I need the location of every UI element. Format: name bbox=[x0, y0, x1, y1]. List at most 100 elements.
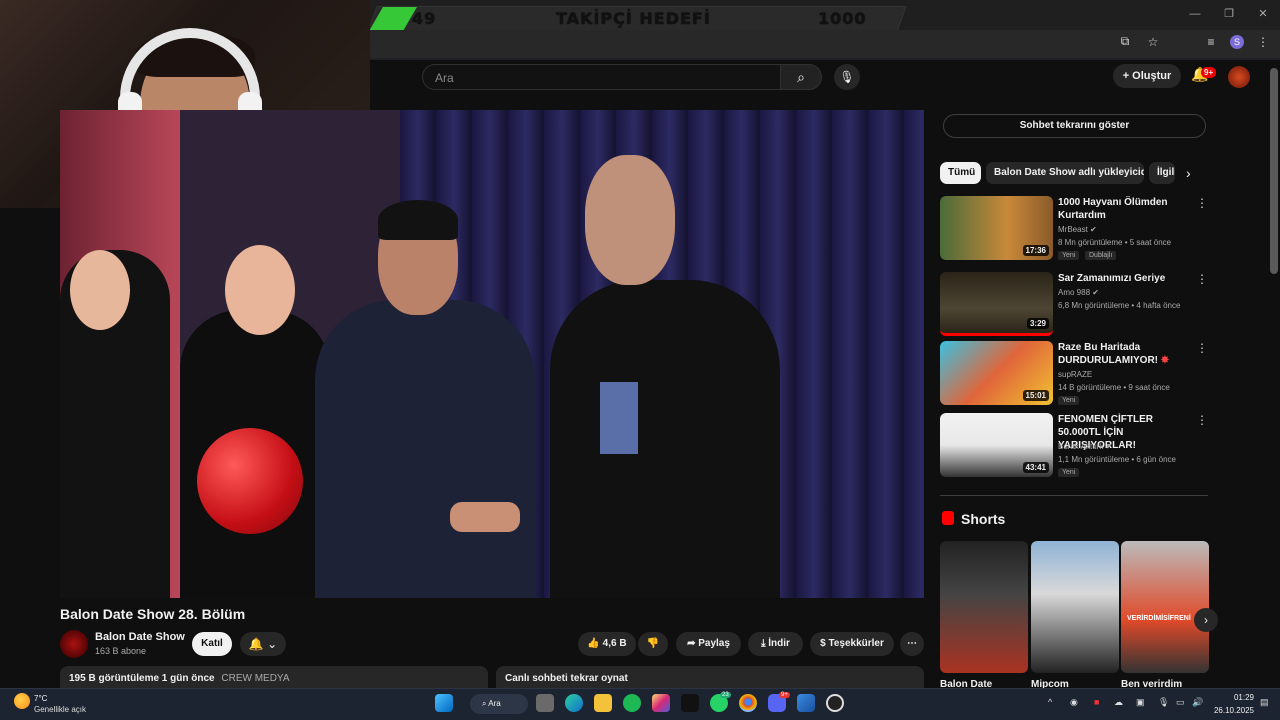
new-badge: Yeni bbox=[1058, 251, 1080, 260]
share-icon: ➦ bbox=[687, 638, 696, 649]
join-button[interactable]: Katıl bbox=[192, 632, 232, 656]
chip-from-uploader[interactable]: Balon Date Show adlı yükleyiciden bbox=[986, 162, 1144, 184]
short-overlay-text: VERİRDİMİSİFRENİ bbox=[1127, 615, 1191, 622]
goal-target: 1000 bbox=[818, 9, 867, 28]
restore-icon[interactable]: ❐ bbox=[1212, 0, 1246, 28]
shirt-logo-patch bbox=[600, 382, 638, 454]
channel-name: MrBeast ✔ bbox=[1058, 225, 1097, 234]
create-label: Oluştur bbox=[1132, 70, 1172, 82]
recommended-video[interactable]: 15:01 Raze Bu Haritada DURDURULAMIYOR! ✸… bbox=[940, 341, 1212, 405]
shorts-heading: Shorts bbox=[961, 511, 1006, 527]
more-options-icon[interactable]: ⋮ bbox=[1196, 341, 1208, 355]
voice-search-button[interactable]: 🎙 bbox=[834, 64, 860, 90]
channel-avatar[interactable] bbox=[60, 630, 88, 658]
browser-menu-icon[interactable]: ⋮ bbox=[1254, 35, 1272, 49]
video-thumbnail: 43:41 bbox=[940, 413, 1053, 477]
volume-icon[interactable]: 🔊 bbox=[1192, 697, 1203, 708]
clock-time[interactable]: 01:29 bbox=[1224, 693, 1254, 702]
recommended-video[interactable]: 3:29 Sar Zamanımızı Geriye Amo 988 ✔ 6,8… bbox=[940, 272, 1212, 336]
chip-related[interactable]: İlgili bbox=[1149, 162, 1175, 184]
clock-date[interactable]: 26.10.2025 bbox=[1210, 706, 1254, 715]
shorts-next-button[interactable]: › bbox=[1194, 608, 1218, 632]
weather-icon[interactable] bbox=[14, 693, 30, 709]
more-options-icon[interactable]: ⋮ bbox=[1196, 196, 1208, 210]
recommended-video[interactable]: 43:41 FENOMEN ÇİFTLER 50.000TL İÇİN YARI… bbox=[940, 413, 1212, 477]
tray-chevron-icon[interactable]: ^ bbox=[1048, 697, 1052, 707]
man-suit bbox=[315, 300, 535, 598]
page-scrollbar[interactable] bbox=[1270, 68, 1278, 274]
more-options-icon[interactable]: ⋮ bbox=[1196, 413, 1208, 427]
microphone-icon[interactable]: 🎙 bbox=[1158, 697, 1169, 708]
video-title: Raze Bu Haritada DURDURULAMIYOR! ✸ bbox=[1058, 342, 1170, 366]
task-view-icon[interactable] bbox=[536, 694, 554, 712]
channel-name[interactable]: Balon Date Show bbox=[95, 631, 185, 643]
video-player[interactable] bbox=[60, 110, 924, 598]
verified-icon: ✔ bbox=[1090, 225, 1097, 234]
dislike-button[interactable]: 👎 bbox=[638, 632, 668, 656]
video-duration: 43:41 bbox=[1022, 462, 1049, 473]
chrome-icon[interactable] bbox=[739, 694, 757, 712]
woman-left-face bbox=[70, 250, 130, 330]
mic-icon: 🎙 bbox=[839, 70, 855, 84]
steam-icon[interactable]: ◉ bbox=[1070, 697, 1078, 708]
show-chat-replay-button[interactable]: Sohbet tekrarını göster bbox=[943, 114, 1206, 138]
profile-avatar[interactable]: S bbox=[1230, 34, 1244, 49]
short-thumbnail[interactable] bbox=[940, 541, 1028, 673]
minimize-icon[interactable]: — bbox=[1178, 0, 1212, 28]
tiktok-icon[interactable] bbox=[681, 694, 699, 712]
file-explorer-icon[interactable] bbox=[594, 694, 612, 712]
subscriber-count: 163 B abone bbox=[95, 646, 147, 656]
share-button[interactable]: ➦ Paylaş bbox=[676, 632, 741, 656]
media-control-icon[interactable]: ≡ bbox=[1202, 35, 1220, 49]
recommended-video[interactable]: 17:36 1000 Hayvanı Ölümden Kurtardım MrB… bbox=[940, 196, 1212, 260]
plus-icon: + bbox=[1122, 70, 1133, 82]
goal-current: 49 bbox=[412, 9, 437, 28]
thumbs-up-icon: 👍 bbox=[587, 638, 600, 649]
tray-app-icon[interactable]: ▣ bbox=[1136, 697, 1145, 708]
thumbs-down-icon: 👎 bbox=[646, 638, 660, 649]
video-meta: 6,8 Mn görüntüleme • 4 hafta önce bbox=[1058, 301, 1181, 310]
description-box[interactable]: 195 B görüntüleme 1 gün önce CREW MEDYA bbox=[60, 666, 488, 690]
instagram-icon[interactable] bbox=[652, 694, 670, 712]
tray-app-icon[interactable]: ■ bbox=[1094, 697, 1099, 707]
download-label: İndir bbox=[768, 638, 790, 649]
network-icon[interactable]: ▭ bbox=[1176, 697, 1185, 708]
chevron-right-icon[interactable]: › bbox=[1186, 165, 1191, 181]
bookmark-star-icon[interactable]: ☆ bbox=[1144, 35, 1162, 49]
search-input[interactable]: Ara bbox=[422, 64, 782, 90]
video-duration: 15:01 bbox=[1022, 390, 1049, 401]
section-divider bbox=[940, 495, 1208, 496]
like-button[interactable]: 👍 4,6 B bbox=[578, 632, 636, 656]
weather-temperature: 7°C bbox=[34, 694, 48, 703]
view-stats: 195 B görüntüleme 1 gün önce bbox=[69, 673, 215, 684]
app-icon[interactable] bbox=[797, 694, 815, 712]
obs-icon[interactable] bbox=[826, 694, 844, 712]
account-avatar[interactable] bbox=[1228, 66, 1250, 88]
goal-label: TAKİPÇİ HEDEFİ bbox=[556, 9, 711, 28]
short-thumbnail[interactable] bbox=[1031, 541, 1119, 673]
share-label: Paylaş bbox=[698, 638, 730, 649]
create-button[interactable]: + Oluştur bbox=[1113, 64, 1181, 88]
more-actions-button[interactable]: ⋯ bbox=[900, 632, 924, 656]
thanks-button[interactable]: $ Teşekkürler bbox=[810, 632, 894, 656]
video-thumbnail: 3:29 bbox=[940, 272, 1053, 336]
close-icon[interactable]: ✕ bbox=[1246, 0, 1280, 28]
download-button[interactable]: ⤓ İndir bbox=[748, 632, 803, 656]
more-options-icon[interactable]: ⋮ bbox=[1196, 272, 1208, 286]
windows-start-icon[interactable] bbox=[435, 694, 453, 712]
install-app-icon[interactable]: ⧉ bbox=[1116, 34, 1134, 49]
short-thumbnail[interactable]: VERİRDİMİSİFRENİ bbox=[1121, 541, 1209, 673]
taskbar-search[interactable]: ⌕ Ara bbox=[470, 694, 528, 714]
edge-icon[interactable] bbox=[565, 694, 583, 712]
like-count: 4,6 B bbox=[602, 638, 627, 649]
onedrive-icon[interactable]: ☁ bbox=[1114, 697, 1123, 708]
woman-center-face bbox=[225, 245, 295, 335]
window-controls: — ❐ ✕ bbox=[1178, 0, 1280, 28]
notification-center-icon[interactable]: ▤ bbox=[1260, 697, 1269, 708]
subscription-bell-button[interactable]: 🔔 ⌄ bbox=[240, 632, 286, 656]
video-meta: 8 Mn görüntüleme • 5 saat önce bbox=[1058, 238, 1172, 247]
search-button[interactable]: ⌕ bbox=[780, 64, 822, 90]
chat-replay-box[interactable]: Canlı sohbeti tekrar oynat bbox=[496, 666, 924, 690]
chip-all[interactable]: Tümü bbox=[940, 162, 981, 184]
spotify-icon[interactable] bbox=[623, 694, 641, 712]
